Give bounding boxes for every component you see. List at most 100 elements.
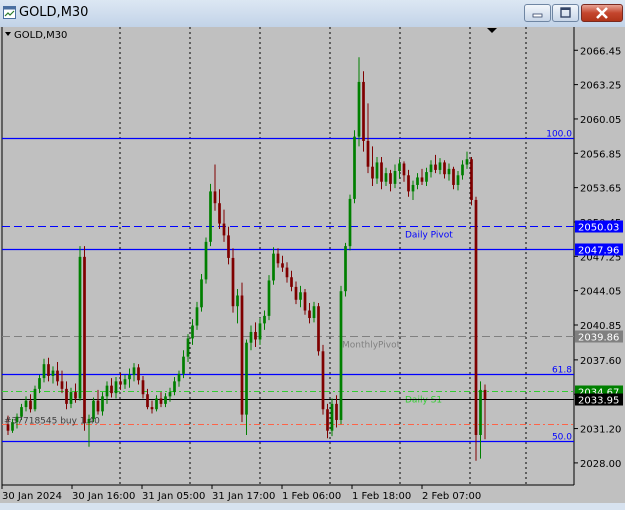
candle-body	[240, 295, 244, 415]
candle-body	[321, 351, 325, 410]
candle-body	[186, 338, 190, 357]
price-tag-label: 2033.95	[578, 396, 619, 407]
time-tick-label: 31 Jan 05:00	[142, 491, 205, 502]
price-tick-label: 2063.25	[580, 81, 621, 92]
candle-body	[335, 403, 338, 420]
candle-body	[60, 381, 64, 389]
chart-area[interactable]: 2066.45 2063.25 2060.05 2056.85 2053.65 2050.…	[0, 27, 625, 503]
candle-body	[443, 162, 446, 175]
candle-body	[290, 277, 293, 287]
window-title: GOLD,M30	[19, 5, 89, 20]
level-label: Daily Pivot	[405, 231, 453, 241]
candle-body	[366, 140, 370, 167]
candle-body	[218, 203, 221, 224]
candle-body	[204, 241, 208, 280]
candle-body	[47, 364, 50, 376]
price-chart[interactable]: 2066.45 2063.25 2060.05 2056.85 2053.65 2050.…	[0, 27, 625, 503]
candle-body	[254, 331, 257, 340]
candle-body	[227, 235, 230, 258]
price-tick-label: 2037.60	[580, 356, 621, 367]
candle-body	[272, 253, 275, 281]
terminal-window: GOLD,M30 2066.45 2063.25 2060.05 2056.85 205…	[0, 0, 625, 510]
candle-body	[42, 364, 46, 379]
candle-body	[123, 379, 127, 385]
candle-body	[33, 388, 37, 410]
candle-body	[380, 162, 383, 182]
candle-body	[29, 400, 32, 410]
candle-body	[299, 292, 302, 300]
candle-body	[114, 381, 118, 394]
time-tick-label: 30 Jan 16:00	[72, 491, 135, 502]
candle-body	[105, 385, 109, 397]
candle-body	[348, 198, 352, 247]
candle-body	[249, 331, 253, 343]
candle-body	[141, 380, 145, 395]
candle-body	[416, 177, 419, 185]
time-tick-label: 2 Feb 07:00	[422, 491, 481, 502]
candle-body	[173, 381, 176, 393]
candle-body	[213, 191, 217, 204]
level-label: 50.0	[552, 433, 572, 443]
price-tick-label: 2066.45	[580, 46, 621, 57]
candle-body	[479, 389, 482, 435]
candle-body	[150, 407, 154, 410]
maximize-button[interactable]	[552, 4, 579, 22]
candle-body	[83, 256, 86, 424]
level-label: Daily S1	[405, 396, 442, 406]
level-label: 100.0	[546, 130, 572, 140]
candle-body	[411, 184, 415, 192]
candle-body	[195, 307, 199, 326]
candle-body	[24, 400, 28, 408]
candle-body	[177, 373, 181, 382]
price-tick-label: 2056.85	[580, 149, 621, 160]
status-bar	[0, 503, 625, 510]
price-tag-label: 2047.96	[578, 246, 619, 257]
minimize-button[interactable]	[524, 4, 551, 22]
candle-body	[182, 356, 185, 374]
candle-body	[294, 286, 298, 300]
candle-body	[330, 403, 334, 431]
candle-body	[420, 177, 424, 182]
maximize-icon	[560, 7, 571, 18]
chart-header-label: GOLD,M30	[14, 30, 67, 41]
candle-body	[317, 306, 320, 352]
candle-body	[483, 389, 487, 400]
candle-body	[308, 310, 311, 319]
candle-body	[137, 367, 140, 381]
candle-body	[132, 367, 136, 375]
candle-body	[51, 370, 55, 376]
minimize-icon	[532, 13, 543, 18]
candle-body	[200, 279, 203, 308]
candle-body	[452, 168, 455, 185]
time-tick-label: 30 Jan 2024	[2, 491, 62, 502]
candle-body	[362, 81, 365, 141]
price-tag-label: 2050.03	[578, 223, 619, 234]
time-tick-label: 1 Feb 06:00	[282, 491, 341, 502]
price-tick-label: 2060.05	[580, 115, 621, 126]
candle-body	[74, 392, 77, 399]
price-tick-label: 2053.65	[580, 184, 621, 195]
candle-body	[281, 263, 284, 268]
candle-body	[434, 164, 437, 170]
candle-body	[101, 396, 104, 412]
candle-body	[398, 163, 401, 171]
candle-body	[159, 398, 163, 404]
candle-body	[56, 370, 59, 382]
candle-body	[384, 173, 388, 182]
close-button[interactable]	[581, 4, 623, 22]
title-bar[interactable]: GOLD,M30	[0, 0, 625, 27]
candle-body	[375, 162, 379, 179]
candle-body	[168, 392, 172, 397]
candle-body	[258, 323, 262, 340]
candle-body	[110, 385, 113, 394]
candle-body	[344, 246, 347, 292]
order-label: #37718545 buy 1.40	[4, 416, 100, 426]
candle-body	[474, 199, 478, 435]
price-tick-label: 2031.20	[580, 425, 621, 436]
candle-body	[389, 173, 392, 184]
candle-body	[438, 162, 442, 170]
time-tick-label: 1 Feb 18:00	[352, 491, 411, 502]
candle-body	[119, 381, 122, 385]
candle-body	[164, 396, 167, 404]
candle-body	[209, 191, 212, 242]
